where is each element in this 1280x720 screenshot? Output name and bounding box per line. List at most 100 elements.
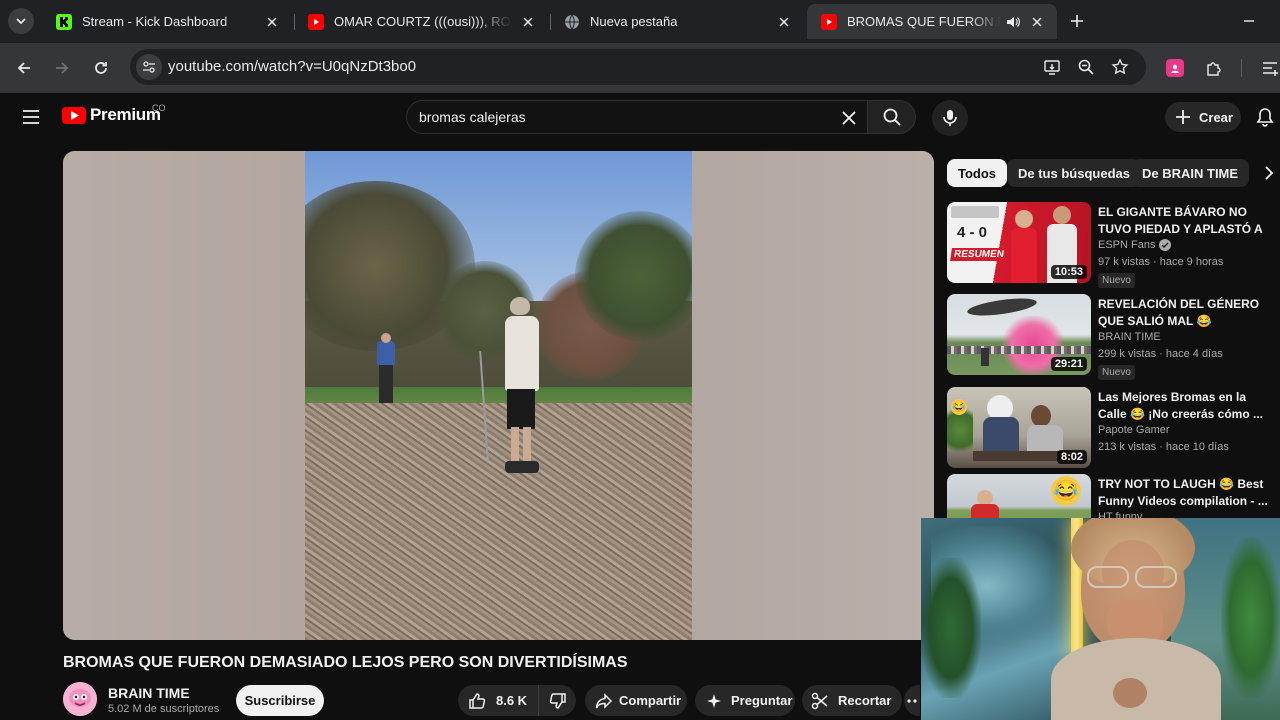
recommendation-title[interactable]: TRY NOT TO LAUGH 😂 Best Funny Videos com… [1098,476,1274,510]
thumb-word: RESUMEN [950,248,1008,261]
new-badge: Nuevo [1098,365,1135,380]
channel-avatar[interactable] [63,682,97,716]
chip-all[interactable]: Todos [947,159,1008,187]
bookmark-star-icon[interactable] [1108,55,1132,79]
close-tab-icon[interactable] [776,14,792,30]
new-tab-button[interactable] [1066,10,1088,32]
clip-label: Recortar [838,693,892,708]
recommendation-title[interactable]: Las Mejores Bromas en la Calle 😂 ¡No cre… [1098,389,1274,423]
back-button[interactable] [11,55,37,81]
minimize-window-button[interactable] [1238,10,1260,32]
voice-search-button[interactable] [932,100,968,136]
webcam-overlay [921,518,1280,720]
plus-icon [1071,15,1083,27]
notifications-button[interactable] [1254,106,1276,128]
more-dots-icon [907,698,917,703]
recommendation-title[interactable]: EL GIGANTE BÁVARO NO TUVO PIEDAD Y APLAS… [1098,204,1274,238]
site-settings-icon[interactable] [136,54,162,80]
browser-tab-new[interactable]: Nueva pestaña [550,4,804,39]
plus-icon [1176,110,1190,124]
arrow-left-icon [17,62,30,74]
recommendation-meta: 299 k vistas · hace 4 días [1098,348,1223,360]
golfer-figure [377,341,395,367]
recommendation-title[interactable]: REVELACIÓN DEL GÉNERO QUE SALIÓ MAL 😂 DI… [1098,296,1274,330]
like-button[interactable]: 8.6 K [458,685,538,716]
youtube-premium-logo[interactable]: Premium CO [62,103,166,125]
create-button[interactable]: Crear [1165,102,1241,132]
video-title: BROMAS QUE FUERON DEMASIADO LEJOS PERO S… [63,654,628,671]
video-thumbnail[interactable]: 4 - 0 RESUMEN 10:53 [947,202,1091,283]
video-duration: 29:21 [1050,357,1087,371]
address-bar[interactable]: youtube.com/watch?v=U0qNzDt3bo0 [130,49,1146,85]
hamburger-icon [23,110,39,124]
youtube-icon [821,13,837,30]
close-tab-icon[interactable] [264,14,280,30]
ask-button[interactable]: Preguntar [695,685,795,716]
reload-button[interactable] [88,55,114,81]
thumbs-down-icon [548,691,568,711]
profile-extension-icon[interactable] [1162,55,1188,81]
clear-search-icon[interactable] [839,108,859,128]
forward-button[interactable] [49,55,75,81]
browser-tab-strip: Stream - Kick Dashboard OMAR COURTZ (((o… [0,0,1280,43]
guide-menu-button[interactable] [20,106,42,128]
tab-title: OMAR COURTZ (((ousi))), ROA - Ojos Chino… [334,14,512,29]
video-thumbnail[interactable]: 😂 8:02 [947,387,1091,468]
close-tab-icon[interactable] [520,14,536,30]
tab-search-button[interactable] [8,8,34,34]
tab-title: Stream - Kick Dashboard [82,14,228,29]
share-label: Compartir [619,693,682,708]
search-button[interactable] [868,100,916,134]
brain-mascot-icon [63,682,97,716]
man-figure [510,297,530,315]
logo-text: Premium [90,105,161,124]
close-tab-icon[interactable] [1029,14,1045,30]
ask-label: Preguntar [731,693,793,708]
recommendation-item[interactable]: 4 - 0 RESUMEN 10:53 EL GIGANTE BÁVARO NO… [947,202,1277,288]
recommendation-meta: 213 k vistas · hace 10 días [1098,441,1229,453]
chevron-right-icon [1265,166,1274,180]
chip-from-searches[interactable]: De tus búsquedas [1007,159,1141,187]
chevron-down-icon [16,18,26,25]
tab-title: Nueva pestaña [590,14,678,29]
browser-tab-bromas[interactable]: BROMAS QUE FUERON DEMASIADO LEJOS [807,4,1057,39]
reload-icon [95,62,107,74]
recommendation-channel[interactable]: ESPN Fans [1098,239,1172,251]
recommendation-item[interactable]: 29:21 REVELACIÓN DEL GÉNERO QUE SALIÓ MA… [947,294,1277,380]
video-frame [305,151,692,640]
reading-list-icon[interactable] [1257,55,1280,81]
search-query: bromas calejeras [419,109,526,125]
extensions-puzzle-icon[interactable] [1201,55,1227,81]
video-thumbnail[interactable]: 29:21 [947,294,1091,375]
thumb-score: 4 - 0 [957,224,988,241]
more-actions-button[interactable] [904,685,920,716]
browser-toolbar: youtube.com/watch?v=U0qNzDt3bo0 [0,43,1280,93]
speaker-icon[interactable] [1005,14,1021,30]
recommendation-channel[interactable]: Papote Gamer [1098,424,1170,436]
video-duration: 8:02 [1056,450,1087,464]
recommendation-channel[interactable]: BRAIN TIME [1098,331,1161,343]
dislike-button[interactable] [538,685,576,716]
chips-next-button[interactable] [1258,162,1280,184]
chip-from-channel[interactable]: De BRAIN TIME [1131,159,1250,187]
channel-label: ESPN Fans [1098,239,1156,251]
arrow-right-icon [56,62,69,74]
toolbar-separator [1241,59,1242,77]
browser-tab-kick[interactable]: Stream - Kick Dashboard [42,4,292,39]
browser-tab-omar[interactable]: OMAR COURTZ (((ousi))), ROA - Ojos Chino… [294,4,548,39]
url-text: youtube.com/watch?v=U0qNzDt3bo0 [168,58,417,75]
zoom-icon[interactable] [1074,55,1098,79]
player-blur-right [692,151,934,640]
channel-name[interactable]: BRAIN TIME [108,685,190,701]
scissors-icon [810,691,830,711]
like-count: 8.6 K [496,693,528,708]
thumbs-up-icon [467,691,487,711]
subscriber-count: 5.02 M de suscriptores [108,703,220,715]
video-player[interactable] [63,151,934,640]
clip-button[interactable]: Recortar [802,685,902,716]
search-input[interactable]: bromas calejeras [406,100,868,134]
subscribe-button[interactable]: Suscribirse [236,685,324,716]
recommendation-item[interactable]: 😂 8:02 Las Mejores Bromas en la Calle 😂 … [947,387,1277,471]
install-app-icon[interactable] [1040,55,1064,79]
share-button[interactable]: Compartir [585,685,687,716]
